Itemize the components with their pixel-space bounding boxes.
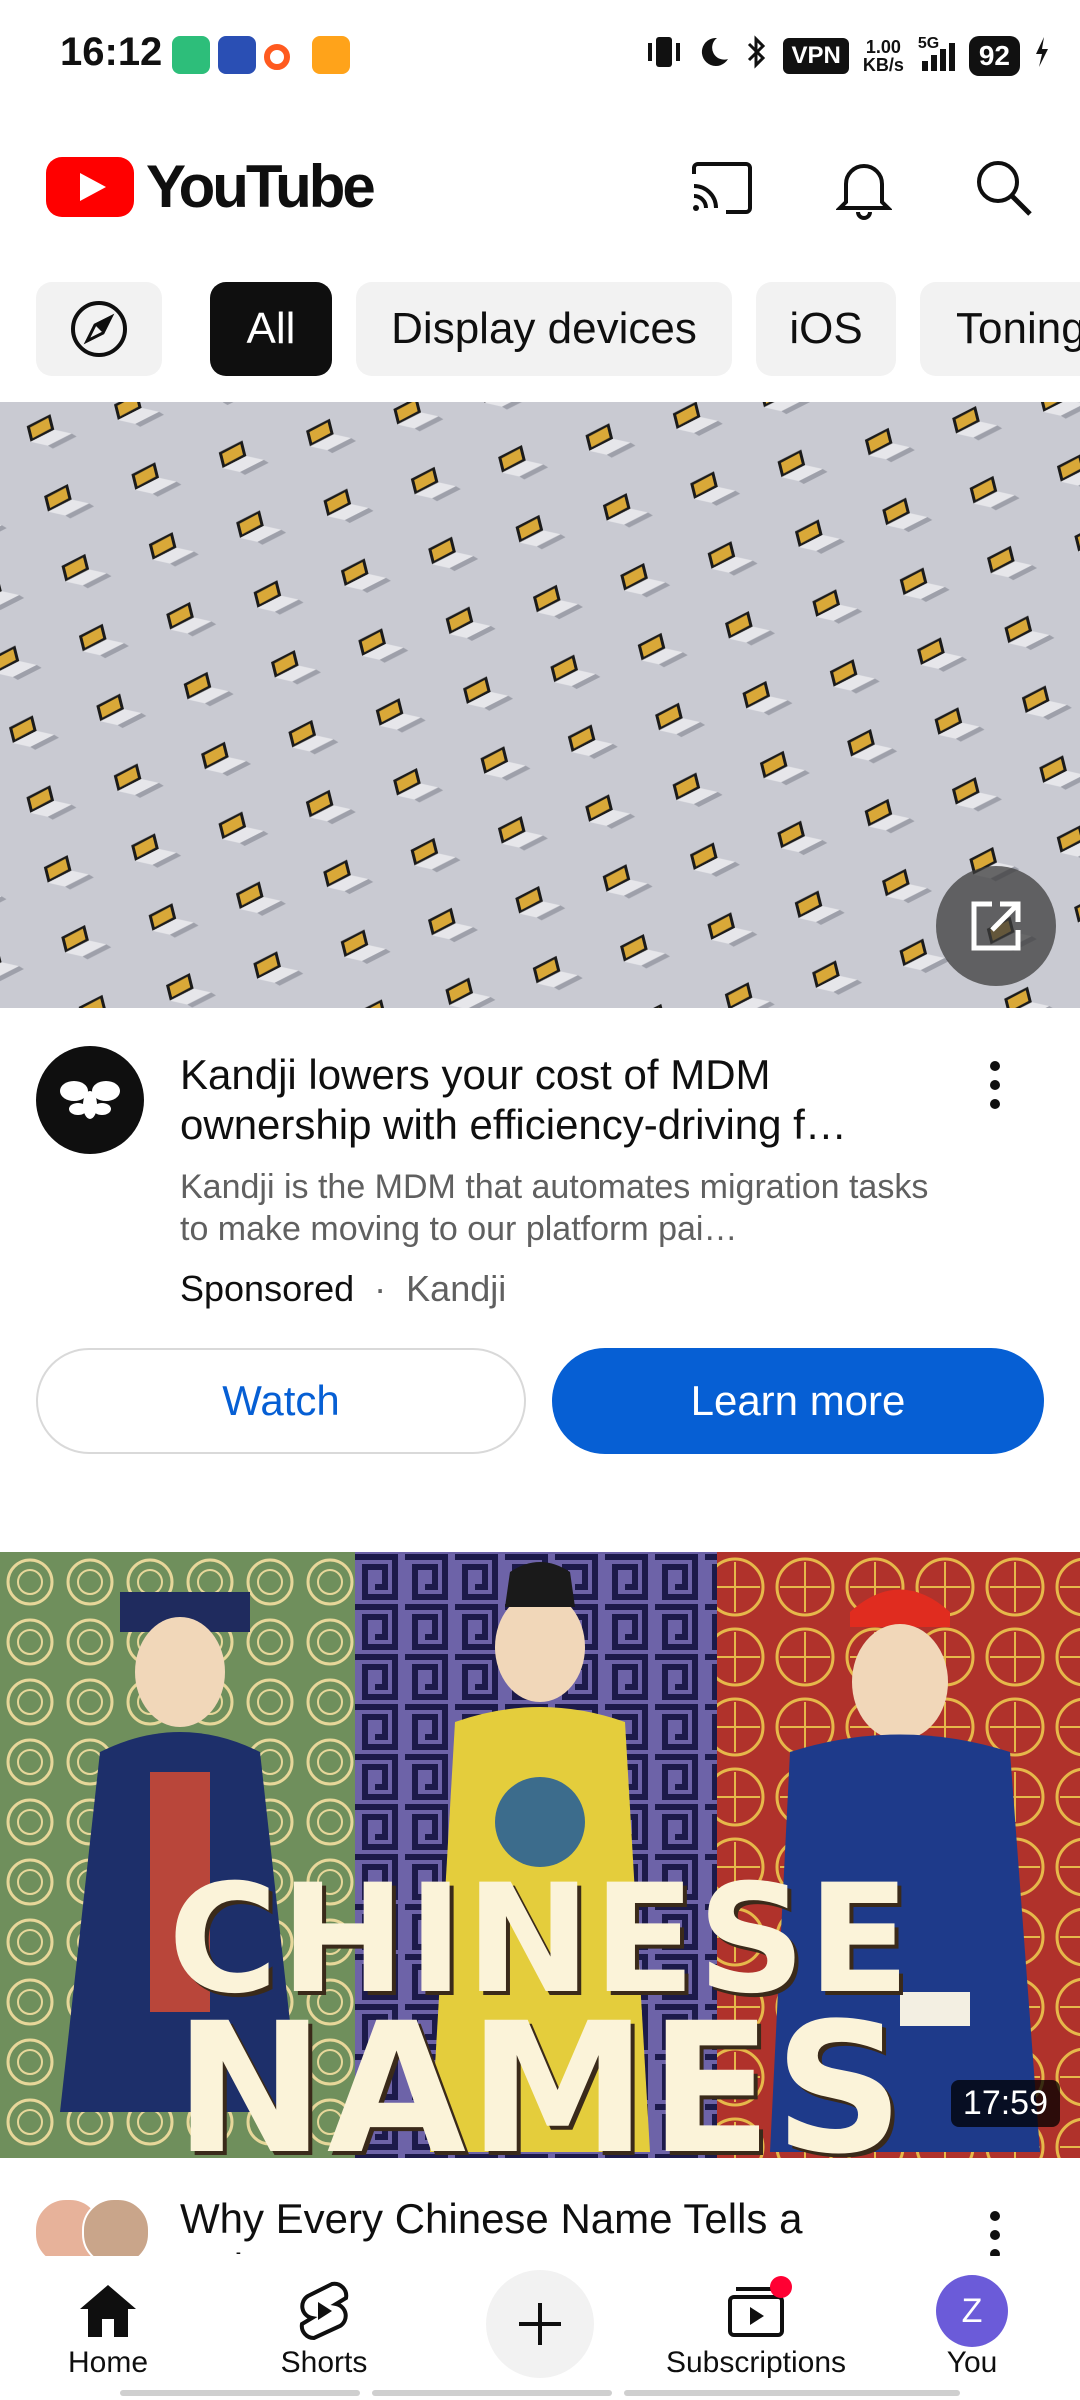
nav-subscriptions-label: Subscriptions [665, 2346, 847, 2379]
laptops-pattern-image [0, 402, 1080, 1008]
meta-separator: · [374, 1268, 387, 1309]
chip-label: Display devices [391, 304, 697, 353]
cast-button[interactable] [684, 150, 760, 226]
chip-display-devices[interactable]: Display devices [356, 282, 732, 376]
ad-description: Kandji is the MDM that automates migrati… [180, 1168, 929, 1248]
shorts-icon [299, 2281, 349, 2341]
youtube-logo[interactable]: YouTube [46, 152, 376, 221]
chip-label: Toning [956, 304, 1080, 353]
signal-icon: 5G [918, 35, 955, 71]
learn-more-button[interactable]: Learn more [552, 1348, 1044, 1454]
nav-shorts-label: Shorts [280, 2346, 368, 2379]
compass-icon [71, 301, 127, 357]
nav-you-label: You [946, 2346, 998, 2379]
plus-icon [519, 2303, 561, 2345]
ad-title[interactable]: Kandji lowers your cost of MDM ownership… [180, 1050, 940, 1150]
advertiser-avatar[interactable] [36, 1046, 144, 1154]
gesture-bar [624, 2390, 960, 2396]
chip-all[interactable]: All [210, 282, 332, 376]
do-not-disturb-icon [697, 35, 731, 76]
nav-shorts[interactable]: Shorts [224, 2276, 424, 2380]
video-title[interactable]: Why Every Chinese Name Tells a Unique S… [180, 2194, 940, 2254]
you-avatar: Z [936, 2275, 1008, 2347]
notifications-button[interactable] [826, 150, 902, 226]
kandji-bee-icon [60, 1081, 120, 1119]
chip-toning[interactable]: Toning [920, 282, 1080, 376]
bell-icon [836, 164, 892, 220]
video-thumbnail[interactable]: CHINESE NAMES [0, 1552, 1080, 2158]
speed-value: 1.00 [865, 36, 901, 57]
watch-button[interactable]: Watch [36, 1348, 526, 1454]
charging-icon [1034, 37, 1050, 74]
gesture-bar [120, 2390, 360, 2396]
speed-unit: KB/s [862, 54, 904, 75]
create-button[interactable] [486, 2270, 594, 2378]
status-icons: VPN 1.00 KB/s 5G 92 [645, 34, 1050, 77]
vibrate-icon [645, 35, 683, 76]
ad-image[interactable] [0, 402, 1080, 1008]
chip-label: All [246, 304, 296, 353]
gesture-bar [372, 2390, 612, 2396]
youtube-play-icon [46, 156, 134, 217]
more-vertical-icon [990, 1061, 1000, 1109]
notification-app-icon [264, 44, 290, 70]
ad-more-options-button[interactable] [960, 1050, 1030, 1120]
chip-label: iOS [789, 304, 863, 353]
nav-subscriptions[interactable]: Subscriptions [656, 2276, 856, 2380]
network-speed: 1.00 KB/s [863, 38, 904, 74]
notification-app-icon [218, 36, 256, 74]
notification-app-icon [172, 36, 210, 74]
advertiser-name: Kandji [406, 1268, 507, 1309]
nav-home-label: Home [67, 2346, 149, 2379]
category-chips: All Display devices iOS Toning [36, 282, 1080, 378]
vpn-badge: VPN [783, 37, 849, 74]
battery-level: 92 [968, 35, 1020, 76]
status-bar: 16:12 VPN 1.00 KB/s 5G 92 [0, 0, 1080, 110]
open-external-button[interactable] [936, 866, 1056, 986]
nav-home[interactable]: Home [8, 2276, 208, 2380]
thumbnail-text: CHINESE NAMES [0, 1865, 1080, 2159]
network-type: 5G [917, 34, 940, 52]
thumbnail-line-2: NAMES [174, 1985, 906, 2159]
ad-meta: Sponsored · Kandji [180, 1268, 506, 1310]
chip-ios[interactable]: iOS [756, 282, 896, 376]
open-external-icon [971, 901, 1021, 951]
youtube-wordmark: YouTube [146, 153, 376, 220]
status-time: 16:12 [60, 30, 163, 74]
sponsored-label: Sponsored [180, 1268, 355, 1309]
nav-you[interactable]: Z You [872, 2275, 1072, 2380]
chip-explore[interactable] [36, 282, 162, 376]
search-icon [977, 161, 1032, 216]
bluetooth-icon [745, 34, 769, 77]
search-button[interactable] [966, 150, 1042, 226]
video-duration: 17:59 [950, 2080, 1060, 2127]
notification-app-icon [312, 36, 350, 74]
new-content-dot [770, 2276, 792, 2298]
cast-icon [692, 162, 752, 214]
home-icon [80, 2285, 136, 2337]
more-vertical-icon [990, 2211, 1000, 2259]
